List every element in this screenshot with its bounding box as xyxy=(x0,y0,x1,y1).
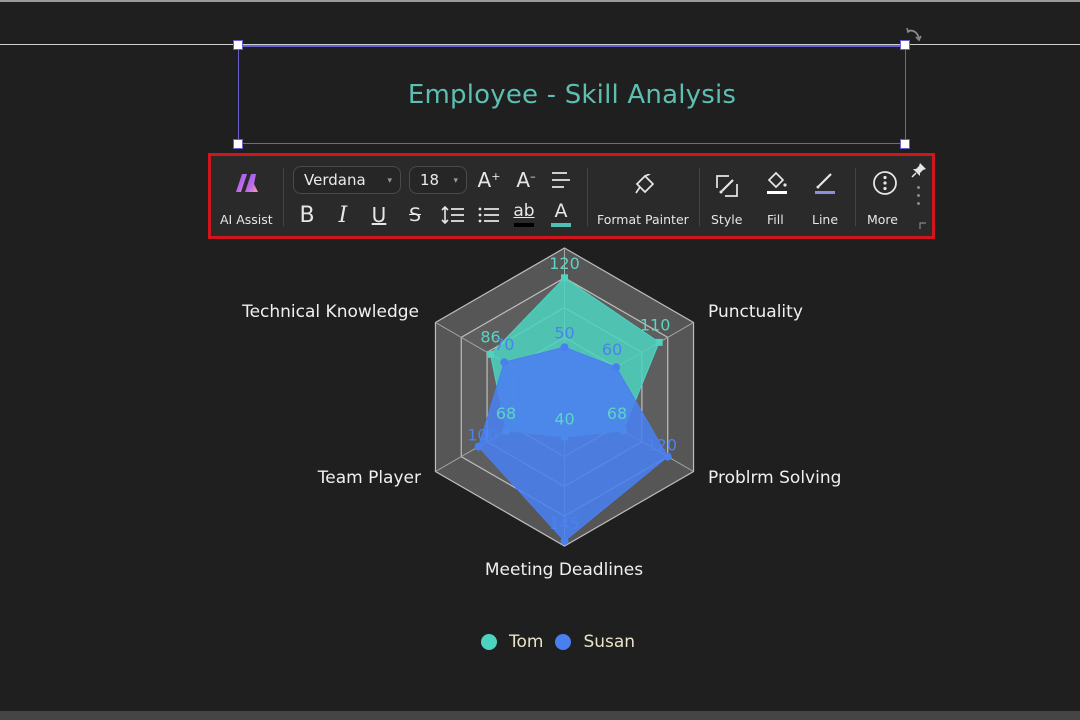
value-label-tom: 110 xyxy=(640,315,671,334)
value-label-tom: 40 xyxy=(554,410,574,429)
legend-marker-tom xyxy=(481,634,497,650)
legend-marker-susan xyxy=(555,634,572,650)
horizontal-scrollbar[interactable] xyxy=(0,711,1080,720)
value-label-susan: 70 xyxy=(494,335,514,354)
value-label-susan: 60 xyxy=(602,340,622,359)
legend-label-tom: Tom xyxy=(509,632,544,652)
axis-label-problem-solving: Problrm Solving xyxy=(708,468,841,488)
value-label-susan: 50 xyxy=(554,323,574,342)
data-point-susan xyxy=(560,537,569,546)
axis-label-technical-knowledge: Technical Knowledge xyxy=(241,302,419,322)
axis-label-team-player: Team Player xyxy=(317,468,421,488)
data-point-susan xyxy=(560,343,569,352)
data-point-susan xyxy=(612,363,621,372)
data-point-tom xyxy=(487,350,495,358)
value-label-tom: 68 xyxy=(607,404,627,423)
legend-item-tom[interactable]: Tom xyxy=(481,632,543,652)
legend-item-susan[interactable]: Susan xyxy=(555,632,635,652)
data-point-tom xyxy=(655,338,663,346)
value-label-susan: 145 xyxy=(549,514,580,533)
value-label-tom: 68 xyxy=(496,404,516,423)
value-label-tom: 120 xyxy=(549,254,580,273)
legend-label-susan: Susan xyxy=(583,632,636,652)
chart-legend: Tom Susan xyxy=(481,632,639,652)
axis-label-punctuality: Punctuality xyxy=(708,302,803,322)
radar-chart: 12011068406886 506012014510070 Punctualit… xyxy=(241,247,841,580)
value-label-susan: 120 xyxy=(646,436,677,455)
value-label-susan: 100 xyxy=(467,426,498,445)
data-point-susan xyxy=(500,358,509,367)
data-point-tom xyxy=(561,274,568,282)
axis-label-meeting-deadlines: Meeting Deadlines xyxy=(485,560,643,580)
